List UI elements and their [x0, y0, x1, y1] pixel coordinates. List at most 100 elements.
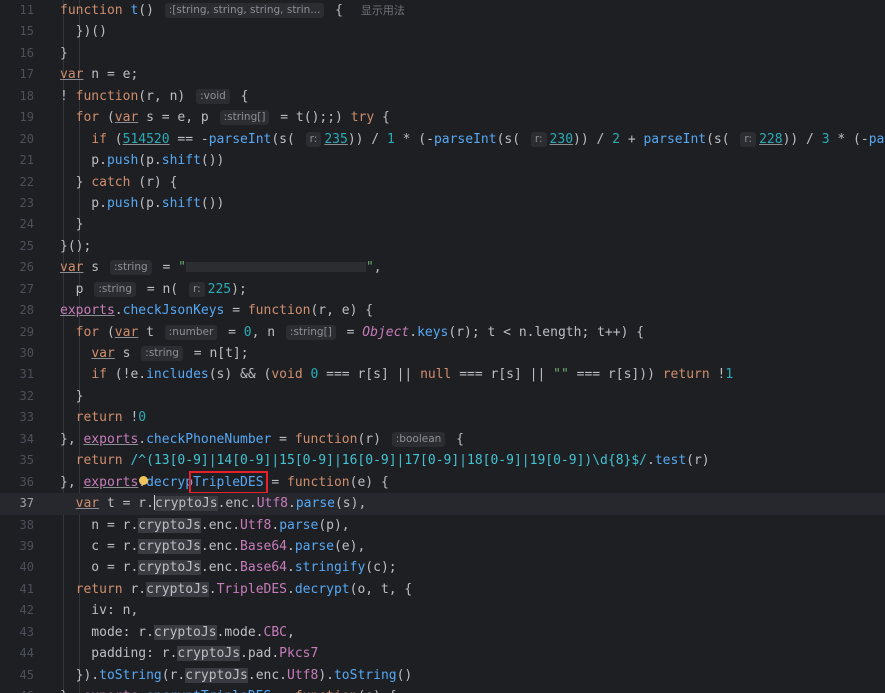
code-text[interactable]: } [60, 214, 84, 235]
code-token: Utf8 [287, 667, 319, 683]
code-line[interactable]: 39 c = r.cryptoJs.enc.Base64.parse(e), [0, 536, 885, 557]
code-line[interactable]: 20 if (514520 == -parseInt(s( r: 235)) / … [0, 129, 885, 150]
line-number: 25 [19, 238, 34, 253]
code-token: parseInt [433, 131, 497, 147]
code-line[interactable]: 23 p.push(p.shift()) [0, 193, 885, 214]
code-line[interactable]: 44 padding: r.cryptoJs.pad.Pkcs7 [0, 643, 885, 664]
code-line[interactable]: 33 return !0 [0, 407, 885, 428]
code-line[interactable]: 41 return r.cryptoJs.TripleDES.decrypt(o… [0, 579, 885, 600]
code-token: . [138, 689, 146, 693]
code-text[interactable]: for (var s = e, p :string[] = t();;) try… [60, 107, 390, 128]
code-line[interactable]: 34}, exports.checkPhoneNumber = function… [0, 429, 885, 450]
code-text[interactable]: iv: n, [60, 600, 138, 621]
code-text[interactable]: var s :string = n[t]; [60, 343, 249, 364]
code-text[interactable]: }, exports.decrypTripleDES = function(e)… [60, 470, 389, 494]
code-text[interactable]: } [60, 43, 68, 64]
code-line[interactable]: 11 function t() :[string, string, string,… [0, 0, 885, 21]
code-text[interactable]: }, exports.encryptTripleDES = function(e… [60, 686, 397, 693]
code-line[interactable]: 37 var t = r.cryptoJs.enc.Utf8.parse(s), [0, 493, 885, 515]
code-token: exports [60, 303, 115, 319]
code-token: t = r. [99, 496, 154, 512]
code-text[interactable]: var n = e; [60, 64, 138, 85]
code-token: null [420, 367, 452, 383]
code-line[interactable]: 26 var s :string = " ", [0, 257, 885, 278]
code-line[interactable]: 17 var n = e; [0, 64, 885, 85]
code-text[interactable]: p :string = n( r: 225); [60, 279, 247, 300]
code-token: if [91, 131, 107, 147]
code-token: (p. [138, 153, 162, 169]
code-line[interactable]: 19 for (var s = e, p :string[] = t();;) … [0, 107, 885, 128]
code-token: )) / [347, 131, 387, 147]
code-text[interactable]: padding: r.cryptoJs.pad.Pkcs7 [60, 643, 318, 664]
code-token: return [75, 581, 123, 597]
code-text[interactable]: return r.cryptoJs.TripleDES.decrypt(o, t… [60, 579, 412, 600]
code-text[interactable]: } [60, 386, 84, 407]
code-line[interactable]: 28 exports.checkJsonKeys = function(r, e)… [0, 300, 885, 321]
code-line[interactable]: 38 n = r.cryptoJs.enc.Utf8.parse(p), [0, 515, 885, 536]
code-token: return [75, 453, 123, 469]
code-line[interactable]: 40 o = r.cryptoJs.enc.Base64.stringify(c… [0, 557, 885, 578]
code-line[interactable]: 45 }).toString(r.cryptoJs.enc.Utf8).toSt… [0, 665, 885, 686]
code-line[interactable]: 25 }(); [0, 236, 885, 257]
code-text[interactable]: function t() :[string, string, string, s… [60, 0, 405, 21]
lightbulb-icon[interactable] [139, 475, 148, 485]
code-line[interactable]: 18 ! function(r, n) :void { [0, 86, 885, 107]
code-line[interactable]: 15 })() [0, 21, 885, 42]
code-line[interactable]: 21 p.push(p.shift()) [0, 150, 885, 171]
code-token: })() [60, 24, 107, 40]
code-token: cryptoJs [138, 538, 201, 554]
code-line[interactable]: 30 var s :string = n[t]; [0, 343, 885, 364]
line-number: 37 [19, 496, 34, 511]
code-text[interactable]: })() [60, 21, 107, 42]
code-text[interactable]: }).toString(r.cryptoJs.enc.Utf8).toStrin… [60, 665, 412, 686]
code-text[interactable]: p.push(p.shift()) [60, 150, 224, 171]
code-text[interactable]: mode: r.cryptoJs.mode.CBC, [60, 622, 295, 643]
code-line[interactable]: 16} [0, 43, 885, 64]
code-line[interactable]: 29 for (var t :number = 0, n :string[] =… [0, 322, 885, 343]
code-text[interactable]: for (var t :number = 0, n :string[] = Ob… [60, 322, 644, 343]
code-token: { [448, 431, 464, 447]
code-token: (e) { [357, 689, 396, 693]
code-text[interactable]: p.push(p.shift()) [60, 193, 224, 214]
code-text[interactable]: o = r.cryptoJs.enc.Base64.stringify(c); [60, 557, 397, 578]
code-text[interactable]: return !0 [60, 407, 146, 428]
usage-hint[interactable]: 显示用法 [361, 4, 405, 17]
code-token: " [178, 260, 186, 276]
code-text[interactable]: }, exports.checkPhoneNumber = function(r… [60, 429, 464, 450]
line-number: 41 [19, 581, 34, 596]
code-text[interactable]: n = r.cryptoJs.enc.Utf8.parse(p), [60, 515, 350, 536]
code-token: 514520 [122, 131, 170, 147]
code-line[interactable]: 22 } catch (r) { [0, 172, 885, 193]
code-text[interactable]: var t = r.cryptoJs.enc.Utf8.parse(s), [60, 493, 366, 514]
code-token: { [232, 88, 249, 104]
code-editor[interactable]: 11 function t() :[string, string, string,… [0, 0, 885, 693]
code-line[interactable]: 43 mode: r.cryptoJs.mode.CBC, [0, 622, 885, 643]
code-line[interactable]: 31 if (!e.includes(s) && (void 0 === r[s… [0, 364, 885, 385]
code-text[interactable]: } catch (r) { [60, 172, 178, 193]
line-number: 18 [19, 88, 34, 103]
code-text[interactable]: ! function(r, n) :void { [60, 86, 249, 107]
code-line[interactable]: 42 iv: n, [0, 600, 885, 621]
code-line[interactable]: 46}, exports.encryptTripleDES = function… [0, 686, 885, 693]
code-text[interactable]: }(); [60, 236, 91, 257]
code-line[interactable]: 27 p :string = n( r: 225); [0, 279, 885, 300]
code-token: function [247, 303, 311, 319]
code-line[interactable]: 35 return /^(13[0-9]|14[0-9]|15[0-9]|16[… [0, 450, 885, 471]
code-token: function [287, 474, 350, 490]
code-token: r. [122, 581, 147, 597]
code-text[interactable]: if (!e.includes(s) && (void 0 === r[s] |… [60, 364, 733, 385]
code-text[interactable]: exports.checkJsonKeys = function(r, e) { [60, 300, 373, 321]
code-text[interactable]: c = r.cryptoJs.enc.Base64.parse(e), [60, 536, 365, 557]
code-token: CBC [263, 624, 287, 640]
code-line[interactable]: 36}, exports.decrypTripleDES = function(… [0, 470, 885, 494]
code-line[interactable]: 24 } [0, 214, 885, 235]
code-text[interactable]: return /^(13[0-9]|14[0-9]|15[0-9]|16[0-9… [60, 450, 710, 471]
code-text[interactable]: var s :string = " ", [60, 257, 382, 278]
code-text[interactable]: if (514520 == -parseInt(s( r: 235)) / 1 *… [60, 129, 885, 150]
code-token: p [60, 281, 92, 297]
code-token: cryptoJs [138, 560, 201, 576]
code-line[interactable]: 32 } [0, 386, 885, 407]
